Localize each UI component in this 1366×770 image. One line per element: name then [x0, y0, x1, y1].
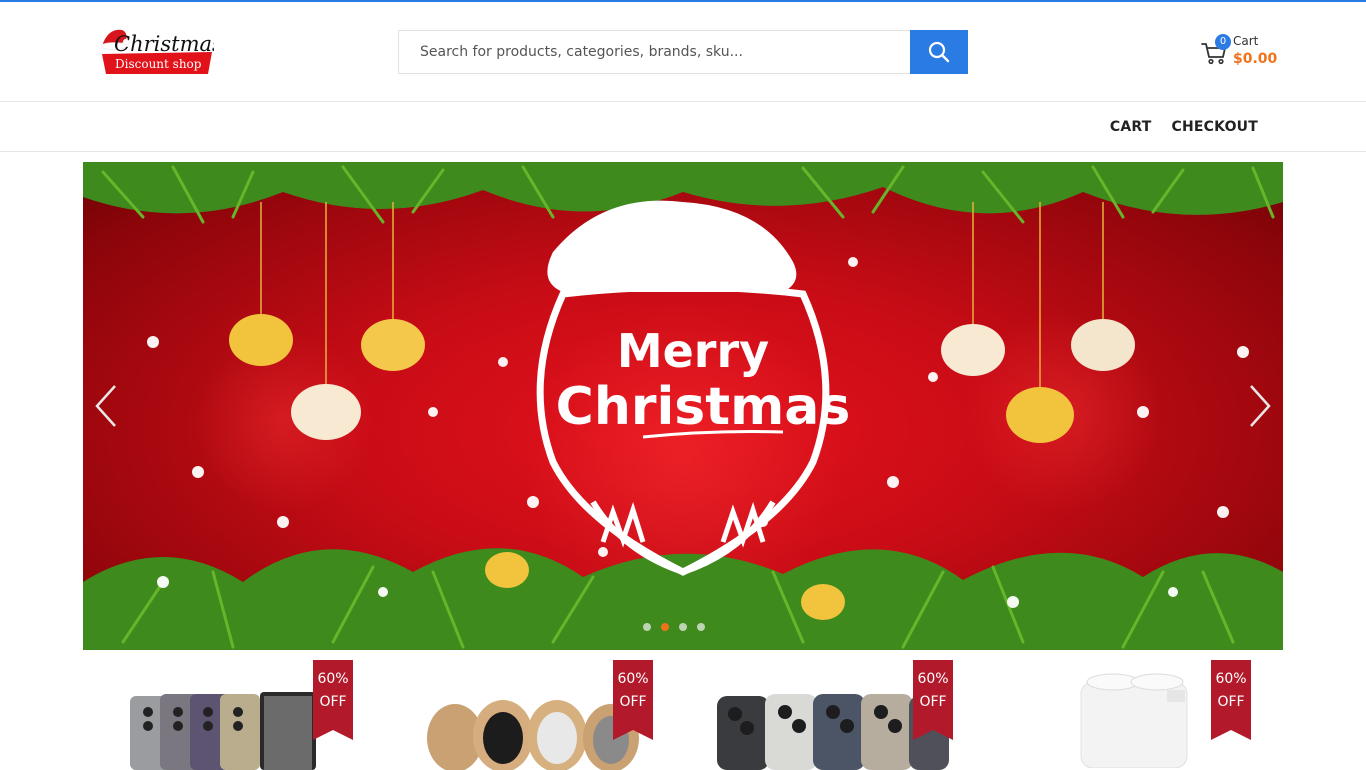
- slider-dot[interactable]: [679, 623, 687, 631]
- discount-off-label: OFF: [319, 694, 347, 710]
- white-appliance-icon: [1080, 673, 1188, 768]
- banner-headline-line1: Merry: [617, 324, 769, 378]
- logo-text-tag: Discount shop: [115, 57, 202, 71]
- discount-percent: 60%: [917, 671, 949, 687]
- slider-pagination: [643, 623, 705, 631]
- slider-next-arrow-icon[interactable]: [1245, 382, 1275, 430]
- product-card[interactable]: 60% OFF: [683, 660, 963, 770]
- filament-spools-icon: [427, 700, 639, 770]
- discount-off-label: OFF: [1217, 694, 1245, 710]
- slider-dot[interactable]: [643, 623, 651, 631]
- main-navigation: CART CHECKOUT: [0, 103, 1366, 152]
- phones-icon: [130, 692, 316, 770]
- site-logo[interactable]: Christmas Discount shop: [98, 24, 223, 76]
- nav-item-cart[interactable]: CART: [1110, 119, 1152, 135]
- search-icon: [928, 41, 950, 63]
- discount-badge: 60% OFF: [1211, 660, 1251, 740]
- logo-image: Christmas Discount shop: [100, 29, 223, 74]
- discount-percent: 60%: [317, 671, 349, 687]
- cart-count-badge: 0: [1215, 34, 1231, 50]
- discount-off-label: OFF: [919, 694, 947, 710]
- discount-badge: 60% OFF: [613, 660, 653, 740]
- nav-links: CART CHECKOUT: [1110, 103, 1258, 151]
- discount-badge: 60% OFF: [313, 660, 353, 740]
- slider-prev-arrow-icon[interactable]: [91, 382, 121, 430]
- banner-headline-line2: Christmas: [556, 377, 851, 437]
- slider-dot[interactable]: [661, 623, 669, 631]
- christmas-banner-image: Merry Christmas: [83, 162, 1283, 650]
- search-input[interactable]: [399, 31, 911, 73]
- product-card[interactable]: 60% OFF: [983, 660, 1263, 768]
- cart-total: $0.00: [1233, 51, 1278, 67]
- hero-banner-slider: Merry Christmas: [83, 162, 1283, 650]
- discount-badge: 60% OFF: [913, 660, 953, 740]
- discount-percent: 60%: [617, 671, 649, 687]
- search-button[interactable]: [910, 30, 968, 74]
- product-card[interactable]: 60% OFF: [83, 660, 363, 770]
- discount-percent: 60%: [1215, 671, 1247, 687]
- nav-item-checkout[interactable]: CHECKOUT: [1172, 119, 1258, 135]
- header-cart[interactable]: 0 Cart $0.00: [1200, 32, 1280, 72]
- product-card[interactable]: 60% OFF: [383, 660, 663, 770]
- slider-dot[interactable]: [697, 623, 705, 631]
- cart-label: Cart: [1233, 34, 1259, 48]
- search-bar: [398, 30, 968, 74]
- site-header: Christmas Discount shop 0 Cart $0.00: [0, 2, 1366, 102]
- product-grid: 60% OFF 60% OFF 60% OFF 60% OFF: [83, 660, 1283, 770]
- discount-off-label: OFF: [619, 694, 647, 710]
